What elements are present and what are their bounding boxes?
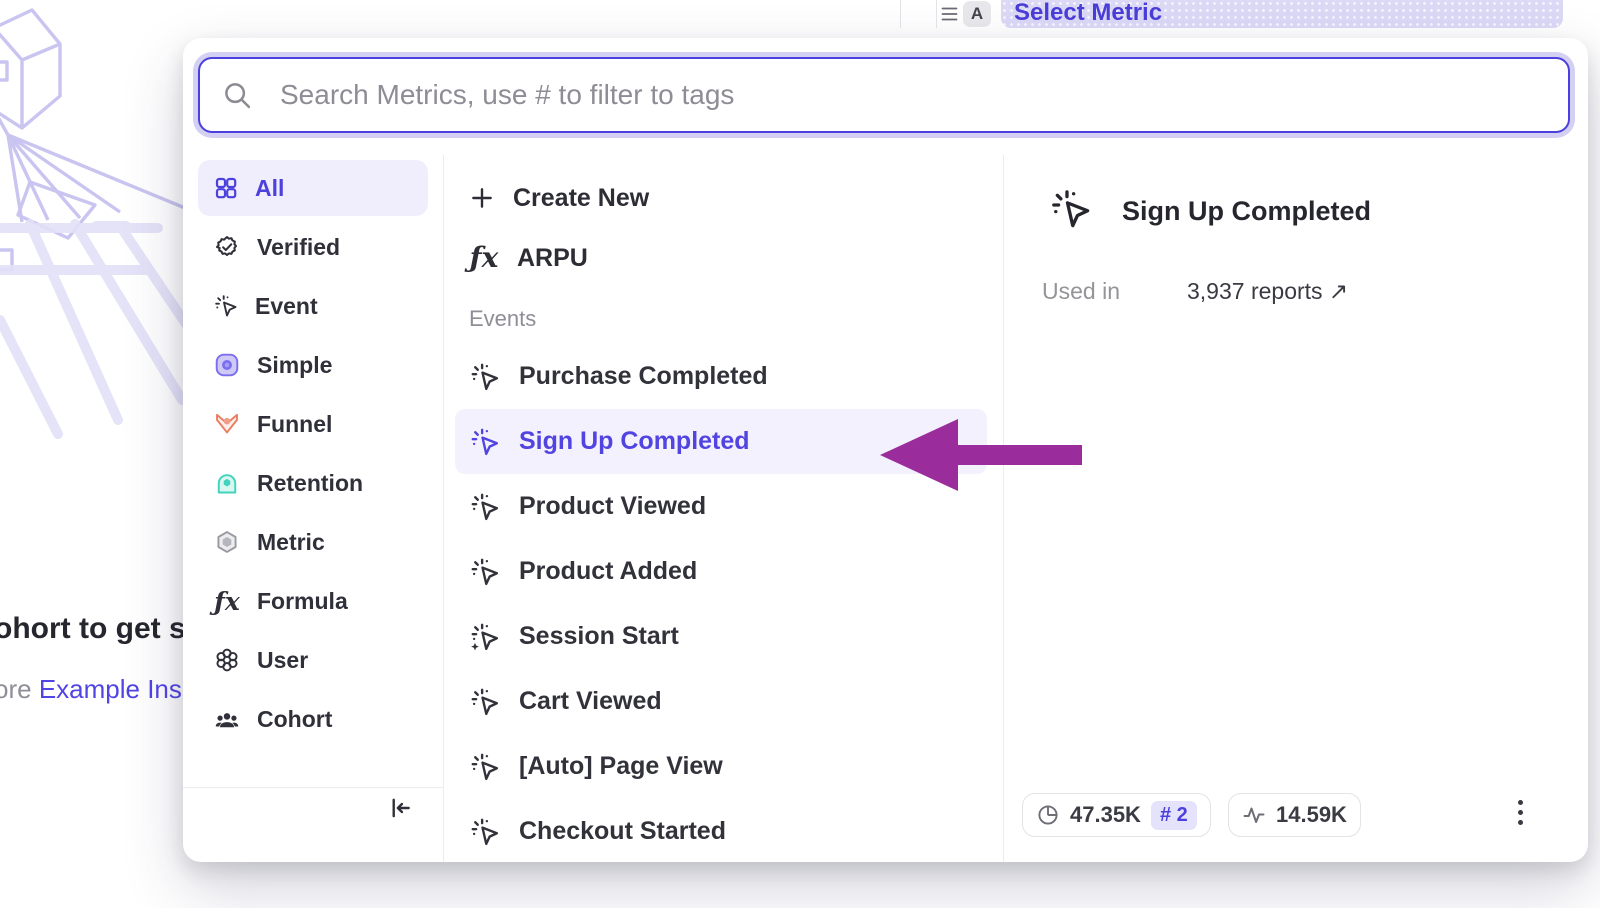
sidebar-item-verified[interactable]: Verified <box>198 219 428 275</box>
activity-pulse-icon <box>1242 803 1266 827</box>
detail-title: Sign Up Completed <box>1122 196 1371 227</box>
event-item-purchase-completed[interactable]: Purchase Completed <box>455 344 987 409</box>
decorative-wireframe-illustration <box>0 0 190 440</box>
cutoff-subtext-prefix: ore <box>0 674 39 704</box>
metric-picker-modal: All Verified Event <box>183 38 1588 862</box>
event-label: Checkout Started <box>519 817 726 846</box>
event-item-product-viewed[interactable]: Product Viewed <box>455 474 987 539</box>
sidebar-item-label: Event <box>255 293 318 320</box>
sidebar-item-label: Verified <box>257 234 340 261</box>
sidebar-item-all[interactable]: All <box>198 160 428 216</box>
sidebar-item-cohort[interactable]: Cohort <box>198 691 428 747</box>
sidebar-item-funnel[interactable]: Funnel <box>198 396 428 452</box>
event-item-product-added[interactable]: Product Added <box>455 539 987 604</box>
step-badge-a: A <box>963 1 991 27</box>
formula-fx-icon: ƒx <box>214 589 240 614</box>
event-cursor-icon <box>470 427 500 457</box>
event-item-checkout-started[interactable]: Checkout Started <box>455 799 987 862</box>
event-label: Session Start <box>519 622 679 651</box>
detail-event-icon <box>1050 188 1092 230</box>
create-new-item[interactable]: Create New <box>455 174 1003 222</box>
stat-total-badge[interactable]: 47.35K # 2 <box>1022 793 1211 837</box>
event-label: Sign Up Completed <box>519 427 750 456</box>
create-new-label: Create New <box>513 184 649 213</box>
formula-fx-icon: ƒx <box>469 244 499 272</box>
arpu-item[interactable]: ƒx ARPU <box>455 234 1003 282</box>
stat-total-value: 47.35K <box>1070 802 1141 828</box>
event-cursor-icon <box>470 687 500 717</box>
stat-rank-badge: # 2 <box>1151 801 1197 830</box>
query-builder-divider <box>936 0 937 28</box>
sidebar-item-user[interactable]: User <box>198 632 428 688</box>
sidebar-item-label: Funnel <box>257 411 332 438</box>
arpu-label: ARPU <box>517 244 588 273</box>
example-insights-link[interactable]: Example Ins <box>39 674 182 704</box>
event-cursor-icon <box>470 492 500 522</box>
grid-icon <box>214 176 238 200</box>
sidebar-item-label: User <box>257 647 308 674</box>
kebab-icon <box>1518 810 1523 815</box>
event-cursor-icon <box>214 294 238 318</box>
search-input[interactable] <box>278 78 1568 112</box>
sidebar-item-label: Simple <box>257 352 332 379</box>
query-builder-divider <box>900 0 901 28</box>
funnel-icon <box>214 411 240 437</box>
detail-divider <box>1003 155 1004 862</box>
sidebar-item-label: Retention <box>257 470 363 497</box>
cutoff-subtext: ore Example Ins <box>0 674 182 705</box>
event-label: Product Added <box>519 557 697 586</box>
select-metric-label[interactable]: Select Metric <box>1014 0 1162 28</box>
verified-seal-icon <box>214 234 240 260</box>
metric-hexagon-icon <box>214 529 240 555</box>
used-in-reports-link[interactable]: 3,937 reports ↗ <box>1187 278 1348 305</box>
sidebar-item-metric[interactable]: Metric <box>198 514 428 570</box>
sidebar-item-event[interactable]: Event <box>198 278 428 334</box>
metric-picker-screen: ohort to get s ore Example Ins A Select … <box>0 0 1600 908</box>
event-list: Purchase Completed Sign Up Completed Pro… <box>455 344 1003 862</box>
plus-icon <box>469 185 495 211</box>
event-label: Purchase Completed <box>519 362 768 391</box>
user-flower-icon <box>214 647 240 673</box>
event-item-cart-viewed[interactable]: Cart Viewed <box>455 669 987 734</box>
event-item-session-start[interactable]: Session Start <box>455 604 987 669</box>
stat-events-value: 14.59K <box>1276 802 1347 828</box>
sidebar-item-simple[interactable]: Simple <box>198 337 428 393</box>
event-cursor-star-icon <box>470 622 500 652</box>
kebab-menu-button[interactable] <box>1505 795 1535 829</box>
event-cursor-icon <box>470 557 500 587</box>
cutoff-heading: ohort to get s <box>0 612 186 646</box>
sidebar-item-label: Cohort <box>257 706 332 733</box>
search-icon <box>222 80 252 110</box>
category-sidebar: All Verified Event <box>198 160 428 750</box>
pie-chart-icon <box>1036 803 1060 827</box>
retention-icon <box>214 470 240 496</box>
sidebar-divider <box>443 155 444 862</box>
event-cursor-icon <box>470 752 500 782</box>
sidebar-item-retention[interactable]: Retention <box>198 455 428 511</box>
cohort-people-icon <box>214 706 240 732</box>
used-in-label: Used in <box>1042 278 1120 305</box>
event-label: Product Viewed <box>519 492 706 521</box>
collapse-sidebar-button[interactable] <box>385 793 415 823</box>
search-box[interactable] <box>198 57 1570 133</box>
event-cursor-icon <box>470 362 500 392</box>
stat-events-badge[interactable]: 14.59K <box>1228 793 1361 837</box>
sidebar-item-label: Formula <box>257 588 348 615</box>
sidebar-item-formula[interactable]: ƒx Formula <box>198 573 428 629</box>
sidebar-item-label: Metric <box>257 529 325 556</box>
event-label: [Auto] Page View <box>519 752 723 781</box>
simple-board-icon <box>214 352 240 378</box>
kebab-icon <box>1518 820 1523 825</box>
drag-handle-icon[interactable] <box>941 6 958 22</box>
sidebar-item-label: All <box>255 175 284 202</box>
events-section-label: Events <box>469 306 536 332</box>
event-cursor-icon <box>470 817 500 847</box>
event-item-auto-page-view[interactable]: [Auto] Page View <box>455 734 987 799</box>
sidebar-footer-divider <box>183 787 443 788</box>
collapse-left-icon <box>387 795 413 821</box>
event-label: Cart Viewed <box>519 687 662 716</box>
event-item-sign-up-completed[interactable]: Sign Up Completed <box>455 409 987 474</box>
kebab-icon <box>1518 800 1523 805</box>
